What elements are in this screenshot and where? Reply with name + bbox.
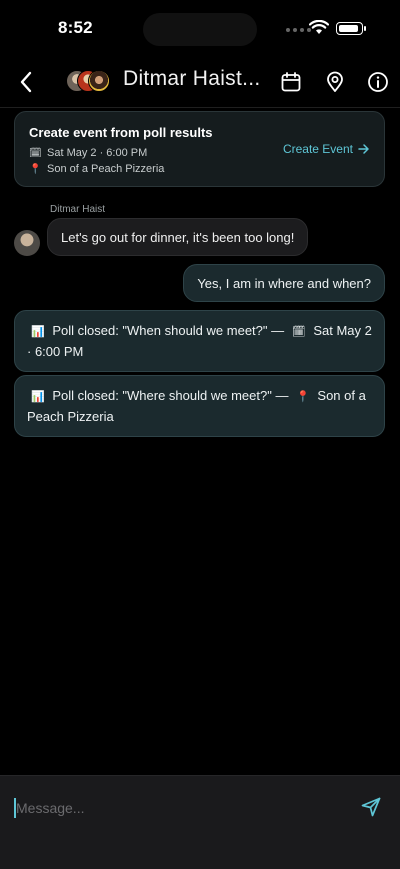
pin-emoji-icon: 📍 <box>29 163 42 175</box>
arrow-right-icon <box>358 144 369 154</box>
message-input[interactable] <box>16 796 336 820</box>
chat-title[interactable]: Ditmar Haist... <box>123 67 263 91</box>
back-button[interactable] <box>14 68 38 96</box>
send-icon[interactable] <box>360 796 382 818</box>
status-bar: 8:52 <box>0 0 400 56</box>
poll-result-message[interactable]: 📊 Poll closed: "When should we meet?" — … <box>14 310 385 372</box>
info-button[interactable] <box>365 69 391 95</box>
avatar[interactable] <box>14 230 40 256</box>
signal-icon <box>286 28 311 32</box>
outgoing-message[interactable]: Yes, I am in where and when? <box>183 264 385 302</box>
event-place-text: Son of a Peach Pizzeria <box>47 163 165 175</box>
poll-text: Poll closed: "Where should we meet?" — <box>52 388 289 403</box>
info-icon <box>368 72 388 92</box>
wifi-icon <box>309 20 329 34</box>
bar-chart-icon: 📊 <box>31 391 45 403</box>
battery-icon <box>336 22 366 35</box>
poll-text: Poll closed: "When should we meet?" — <box>52 323 285 338</box>
incoming-message[interactable]: Let's go out for dinner, it's been too l… <box>47 218 309 256</box>
bar-chart-icon: 📊 <box>31 326 45 338</box>
event-date-text: Sat May 2 · 6:00 PM <box>47 147 148 159</box>
pin-emoji-icon: 📍 <box>296 391 310 403</box>
status-time: 8:52 <box>58 18 93 37</box>
group-avatars[interactable] <box>66 70 112 94</box>
event-card-title: Create event from poll results <box>29 125 213 140</box>
message-composer <box>0 775 400 869</box>
event-place: 📍 Son of a Peach Pizzeria <box>29 163 164 175</box>
back-icon <box>20 71 32 93</box>
calendar-icon <box>281 72 301 92</box>
dynamic-island <box>143 13 257 46</box>
event-date: 🗓 Sat May 2 · 6:00 PM <box>29 147 147 159</box>
location-pin-icon <box>327 71 343 92</box>
avatar <box>88 70 110 92</box>
sender-name: Ditmar Haist <box>50 204 106 215</box>
location-button[interactable] <box>322 69 348 95</box>
chat-header: Ditmar Haist... <box>0 56 400 108</box>
calendar-emoji-icon: 🗓 <box>29 147 42 159</box>
calendar-button[interactable] <box>278 69 304 95</box>
create-event-card: Create event from poll results 🗓 Sat May… <box>14 111 385 187</box>
create-event-button[interactable]: Create Event <box>283 142 370 156</box>
poll-result-message[interactable]: 📊 Poll closed: "Where should we meet?" —… <box>14 375 385 437</box>
calendar-emoji-icon: 🗓 <box>291 326 306 338</box>
create-event-label: Create Event <box>282 142 353 156</box>
